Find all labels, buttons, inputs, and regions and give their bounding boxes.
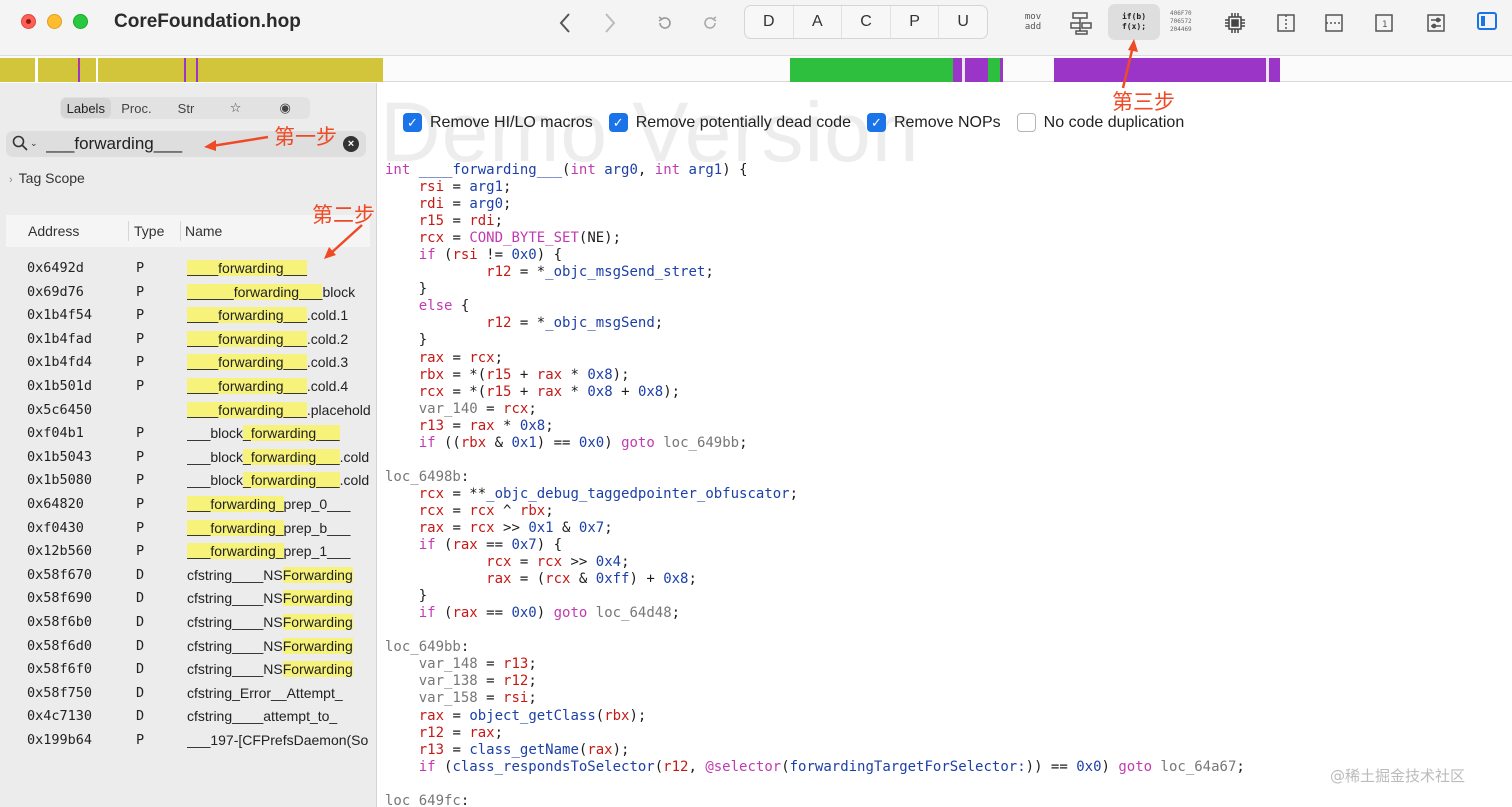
annotation-step-3: 第三步 [1112, 90, 1175, 114]
source-credit: @稀土掘金技术社区 [1330, 767, 1466, 785]
annotation-step-1: 第一步 [274, 125, 337, 149]
annotation-step-2: 第二步 [312, 203, 375, 227]
annotation-arrows [204, 39, 1138, 259]
